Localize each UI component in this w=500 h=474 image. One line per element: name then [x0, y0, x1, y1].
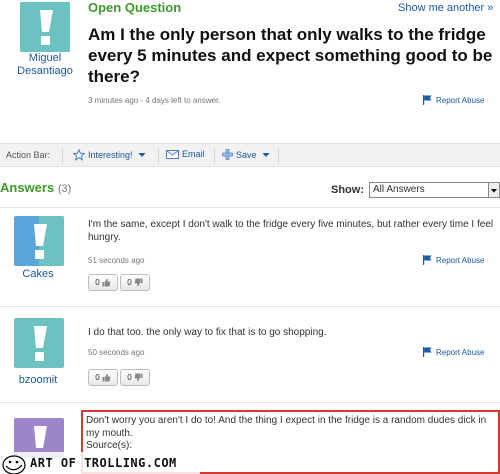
thumbs-up-icon [102, 373, 111, 382]
show-me-another-link[interactable]: Show me another » [398, 2, 493, 14]
question-report-abuse[interactable]: Report Abuse [423, 95, 484, 105]
answer-time: 50 seconds ago [88, 348, 145, 357]
answer-divider [0, 402, 500, 403]
watermark-text: ART OF TROLLING.COM [30, 456, 177, 470]
interesting-label: Interesting! [88, 150, 133, 160]
answers-title: Answers [0, 180, 55, 195]
email-icon [166, 149, 179, 159]
thumbs-up-button[interactable]: 0 [88, 369, 118, 386]
thumbs-down-icon [134, 278, 143, 287]
action-bar: Action Bar: Interesting! Email Save [0, 143, 500, 167]
report-flag-icon [423, 347, 432, 357]
yahoo-answers-avatar-icon [14, 318, 64, 368]
report-flag-icon [423, 95, 432, 105]
asker-name[interactable]: Miguel Desantiago [5, 52, 85, 78]
thumbs-down-icon [134, 373, 143, 382]
answers-count: (3) [57, 183, 72, 195]
answer-filter-value: All Answers [373, 184, 425, 195]
action-bar-divider [158, 148, 159, 164]
thumbs-up-count: 0 [95, 278, 100, 287]
thumbs-down-count: 0 [127, 278, 132, 287]
question-title: Am I the only person that only walks to … [88, 25, 493, 86]
answer-report-abuse[interactable]: Report Abuse [423, 255, 484, 265]
answers-divider [0, 207, 500, 208]
save-plus-icon [222, 149, 233, 160]
chevron-down-icon [262, 152, 270, 157]
answer-sources-label: Source(s): [86, 440, 133, 451]
question-meta: 3 minutes ago - 4 days left to answer. [88, 96, 221, 105]
asker-avatar[interactable] [20, 2, 70, 52]
save-label: Save [236, 149, 257, 160]
answer-time: 51 seconds ago [88, 256, 145, 265]
answer-text: Don't worry you aren't I do to! And the … [86, 415, 487, 439]
yahoo-answers-avatar-icon [20, 2, 70, 52]
answer-user-name[interactable]: Cakes [0, 268, 78, 281]
action-bar-divider [214, 148, 215, 164]
question-status: Open Question [88, 0, 182, 15]
answer-report-abuse[interactable]: Report Abuse [423, 347, 484, 357]
thumbs-down-button[interactable]: 0 [120, 274, 150, 291]
email-label: Email [182, 149, 205, 159]
action-bar-label: Action Bar: [6, 150, 51, 160]
report-flag-icon [423, 255, 432, 265]
site-watermark: ART OF TROLLING.COM [0, 452, 200, 474]
email-button[interactable]: Email [166, 149, 205, 159]
yahoo-answers-avatar-icon [14, 216, 64, 266]
thumbs-up-icon [102, 278, 111, 287]
action-bar-divider [278, 148, 279, 164]
thumbs-up-count: 0 [95, 373, 100, 382]
save-button[interactable]: Save [222, 149, 270, 160]
chevron-down-icon [138, 153, 146, 157]
thumbs-down-count: 0 [127, 373, 132, 382]
action-bar-divider [62, 148, 63, 164]
answer-user-name[interactable]: bzoomit [0, 374, 78, 387]
thumbs-up-button[interactable]: 0 [88, 274, 118, 291]
dropdown-arrow-icon[interactable] [488, 183, 499, 197]
thumbs-down-button[interactable]: 0 [120, 369, 150, 386]
show-label: Show: [331, 184, 364, 196]
report-abuse-label: Report Abuse [436, 255, 485, 265]
interesting-button[interactable]: Interesting! [73, 149, 146, 161]
answer-filter-select[interactable]: All Answers [369, 182, 500, 198]
answer-text: I'm the same, except I don't walk to the… [88, 219, 494, 243]
answer-avatar[interactable] [14, 216, 64, 266]
answer-divider [0, 306, 500, 307]
answer-avatar[interactable] [14, 318, 64, 368]
star-icon [73, 149, 85, 161]
answer-text: I do that too. the only way to fix that … [88, 327, 327, 338]
report-abuse-label: Report Abuse [436, 95, 485, 105]
report-abuse-label: Report Abuse [436, 347, 485, 357]
answers-heading: Answers (3) [0, 180, 71, 195]
